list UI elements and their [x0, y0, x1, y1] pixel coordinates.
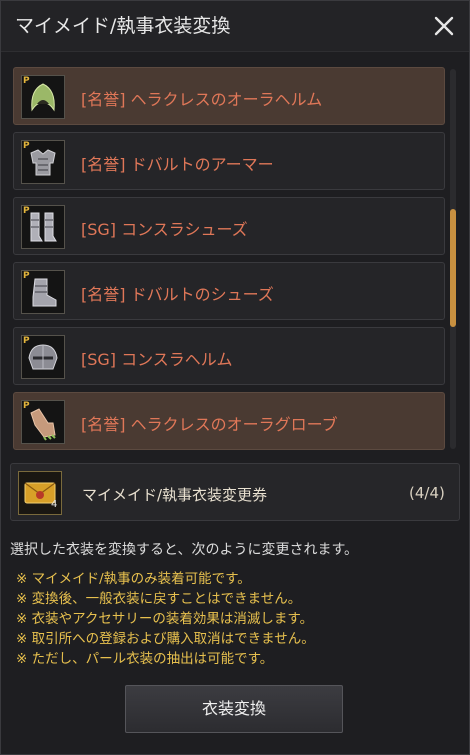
conversion-description: 選択した衣装を変換すると、次のように変更されます。: [10, 542, 359, 558]
window-title: マイメイド/執事衣装変換: [15, 15, 231, 37]
title-bar: マイメイド/執事衣装変換: [1, 1, 469, 52]
item-slot: P: [21, 335, 65, 379]
list-scrollbar[interactable]: [450, 69, 456, 449]
item-slot: P: [21, 400, 65, 444]
ticket-name: マイメイド/執事衣装変更券: [82, 486, 268, 504]
item-slot: P: [21, 205, 65, 249]
item-name: [名誉] ドバルトのシューズ: [81, 285, 274, 304]
premium-badge: P: [23, 206, 30, 216]
ticket-stack-count: 4: [51, 499, 58, 510]
ticket-slot: 4: [18, 471, 62, 515]
notes-list: ※ マイメイド/執事のみ装着可能です。 ※ 変換後、一般衣装に戻すことはできませ…: [16, 569, 315, 669]
list-item[interactable]: P [名誉] ヘラクレスのオーラグローブ: [13, 392, 445, 450]
item-slot: P: [21, 140, 65, 184]
close-icon[interactable]: [431, 13, 457, 39]
item-slot: P: [21, 270, 65, 314]
item-slot: P: [21, 75, 65, 119]
note-item: ※ ただし、パール衣装の抽出は可能です。: [16, 651, 274, 667]
item-name: [名誉] ヘラクレスのオーラヘルム: [81, 90, 323, 109]
costume-list: P [名誉] ヘラクレスのオーラヘルム P [名誉] ドバルトのアーマー P […: [13, 63, 447, 453]
conversion-ticket: 4 マイメイド/執事衣装変更券 (4/4): [10, 463, 460, 521]
note-item: ※ 取引所への登録および購入取消はできません。: [16, 631, 315, 647]
note-item: ※ マイメイド/執事のみ装着可能です。: [16, 571, 251, 587]
list-item[interactable]: P [名誉] ヘラクレスのオーラヘルム: [13, 67, 445, 125]
premium-badge: P: [23, 271, 30, 281]
list-item[interactable]: P [名誉] ドバルトのシューズ: [13, 262, 445, 320]
premium-badge: P: [23, 141, 30, 151]
item-name: [名誉] ドバルトのアーマー: [81, 155, 274, 174]
premium-badge: P: [23, 76, 30, 86]
note-item: ※ 変換後、一般衣装に戻すことはできません。: [16, 591, 302, 607]
list-item[interactable]: P [SG] コンスラヘルム: [13, 327, 445, 385]
note-item: ※ 衣装やアクセサリーの装着効果は消滅します。: [16, 611, 314, 627]
item-name: [SG] コンスラシューズ: [81, 220, 248, 239]
scrollbar-thumb[interactable]: [450, 209, 456, 327]
premium-badge: P: [23, 336, 30, 346]
list-item[interactable]: P [名誉] ドバルトのアーマー: [13, 132, 445, 190]
costume-conversion-window: マイメイド/執事衣装変換 P [名誉] ヘラクレスのオーラヘルム P [名誉] …: [0, 0, 470, 755]
premium-badge: P: [23, 401, 30, 411]
item-name: [名誉] ヘラクレスのオーラグローブ: [81, 415, 338, 434]
item-name: [SG] コンスラヘルム: [81, 350, 233, 369]
convert-costume-button[interactable]: 衣装変換: [125, 685, 343, 733]
list-item[interactable]: P [SG] コンスラシューズ: [13, 197, 445, 255]
ticket-quantity: (4/4): [409, 484, 445, 502]
